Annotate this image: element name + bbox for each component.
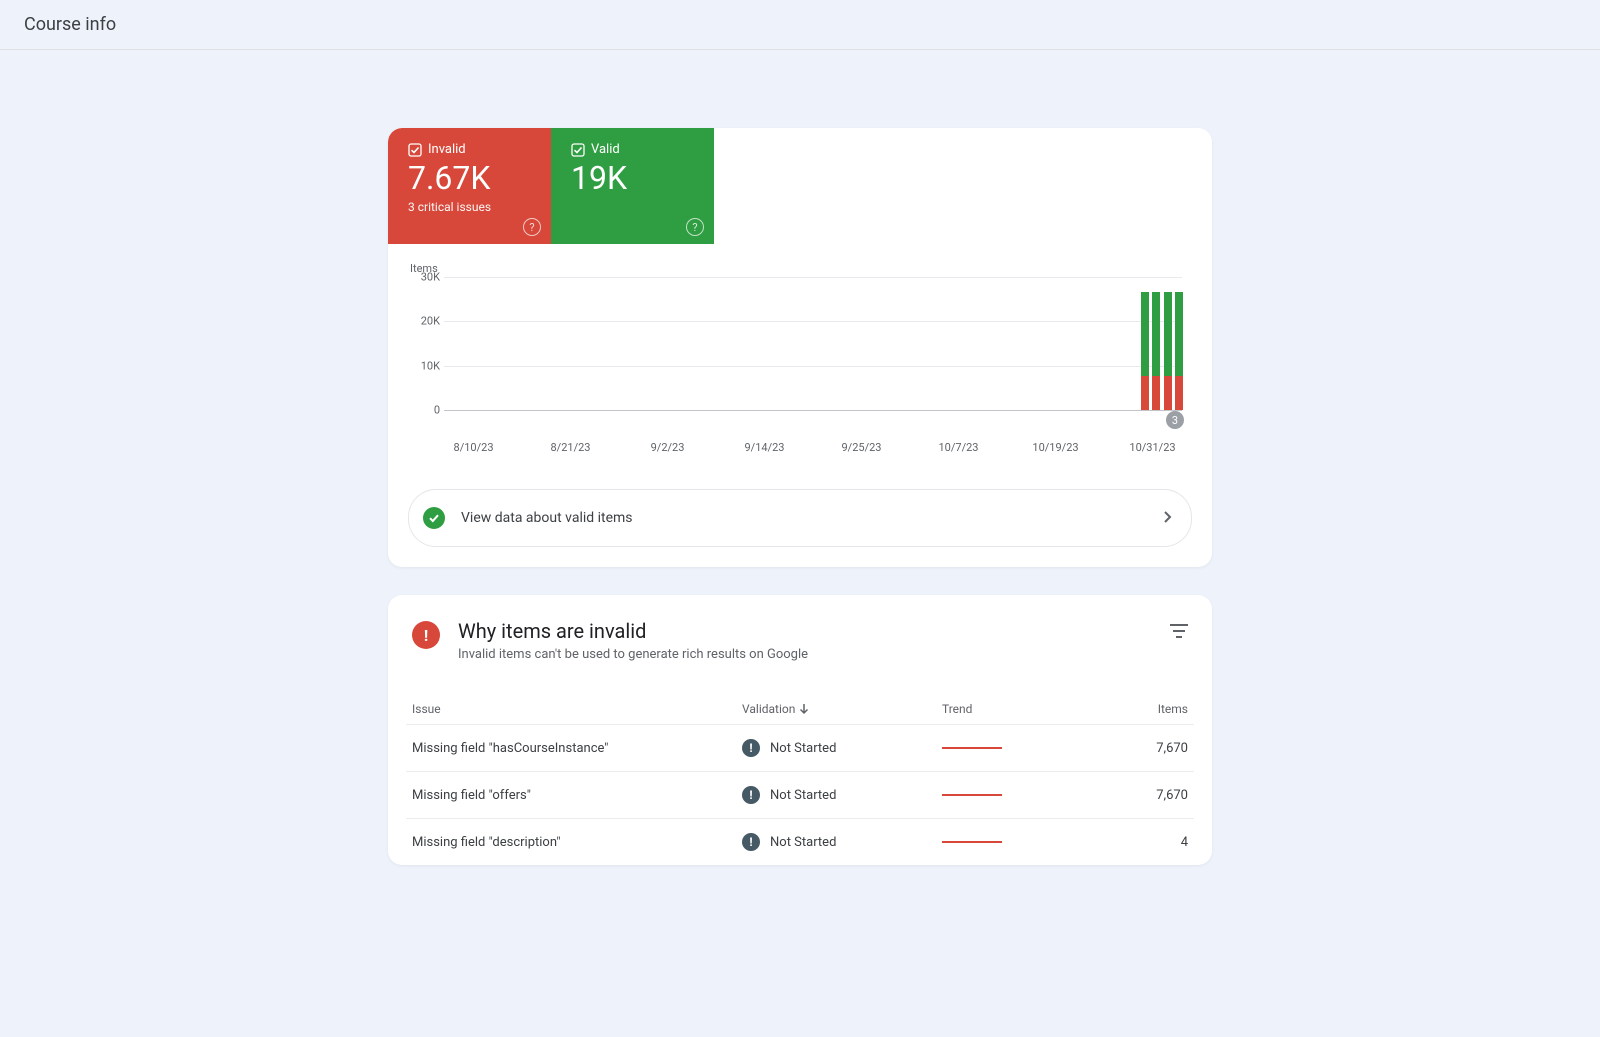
issue-validation-label: Not Started xyxy=(770,788,836,803)
col-validation-label: Validation xyxy=(742,702,795,716)
chart-bar[interactable] xyxy=(1175,292,1183,410)
col-validation[interactable]: Validation xyxy=(742,702,942,716)
issue-name: Missing field "description" xyxy=(412,835,742,850)
chart-x-tick: 9/14/23 xyxy=(745,441,785,454)
checkbox-checked-icon xyxy=(408,143,422,157)
summary-tabs: Invalid 7.67K 3 critical issues ? Valid … xyxy=(388,128,1212,244)
chart-bar-invalid xyxy=(1141,376,1149,410)
chevron-right-icon xyxy=(1163,509,1173,528)
tab-valid-count: 19K xyxy=(571,161,698,196)
chart-bars xyxy=(444,277,1182,410)
valid-items-link-label: View data about valid items xyxy=(461,510,1147,526)
issue-validation: ! Not Started xyxy=(742,739,942,757)
issue-row[interactable]: Missing field "description"! Not Started 4 xyxy=(406,818,1194,865)
chart-bar-valid xyxy=(1141,292,1149,376)
filter-icon[interactable] xyxy=(1170,619,1188,642)
chart-x-tick: 10/19/23 xyxy=(1032,441,1078,454)
chart-y-tick: 10K xyxy=(408,359,440,372)
chart-container: Items 010K20K30K3 8/10/238/21/239/2/239/… xyxy=(388,244,1212,469)
chart-x-tick: 10/7/23 xyxy=(938,441,978,454)
issues-table: Issue Validation Trend Items Missing fie… xyxy=(388,672,1212,865)
issues-card: ! Why items are invalid Invalid items ca… xyxy=(388,595,1212,865)
chart-y-tick: 30K xyxy=(408,271,440,284)
tab-invalid-label-row: Invalid xyxy=(408,142,535,157)
chart-x-tick: 8/10/23 xyxy=(454,441,494,454)
chart-x-tick: 9/2/23 xyxy=(651,441,685,454)
chart-annotation-badge[interactable]: 3 xyxy=(1166,411,1184,429)
tab-valid-label-row: Valid xyxy=(571,142,698,157)
info-circle-icon: ! xyxy=(742,833,760,851)
info-circle-icon: ! xyxy=(742,739,760,757)
chart-x-tick: 10/31/23 xyxy=(1129,441,1175,454)
issues-header-text: Why items are invalid Invalid items can'… xyxy=(458,619,808,662)
checkbox-checked-icon xyxy=(571,143,585,157)
tab-valid[interactable]: Valid 19K ? xyxy=(551,128,714,244)
chart-y-tick: 0 xyxy=(408,404,440,417)
trend-sparkline xyxy=(942,794,1002,796)
tab-invalid[interactable]: Invalid 7.67K 3 critical issues ? xyxy=(388,128,551,244)
issues-header: ! Why items are invalid Invalid items ca… xyxy=(388,595,1212,672)
view-valid-items-link[interactable]: View data about valid items xyxy=(408,489,1192,547)
items-chart[interactable]: 010K20K30K3 xyxy=(444,277,1182,437)
chart-x-tick: 9/25/23 xyxy=(841,441,881,454)
issue-trend xyxy=(942,794,1088,796)
col-trend[interactable]: Trend xyxy=(942,702,1088,716)
help-icon[interactable]: ? xyxy=(523,218,541,236)
chart-x-tick: 8/21/23 xyxy=(551,441,591,454)
valid-items-link-wrap: View data about valid items xyxy=(388,469,1212,567)
issue-row[interactable]: Missing field "offers"! Not Started 7,670 xyxy=(406,771,1194,818)
issue-name: Missing field "offers" xyxy=(412,788,742,803)
issue-validation: ! Not Started xyxy=(742,833,942,851)
tab-invalid-sub: 3 critical issues xyxy=(408,200,535,214)
arrow-down-icon xyxy=(799,703,809,715)
chart-bar-invalid xyxy=(1152,376,1160,410)
issue-items-count: 4 xyxy=(1088,835,1188,850)
issues-table-body: Missing field "hasCourseInstance"! Not St… xyxy=(406,724,1194,865)
chart-bar[interactable] xyxy=(1141,292,1149,410)
issues-table-header: Issue Validation Trend Items xyxy=(406,694,1194,724)
col-issue[interactable]: Issue xyxy=(412,702,742,716)
tab-invalid-label: Invalid xyxy=(428,142,466,157)
help-icon[interactable]: ? xyxy=(686,218,704,236)
issue-items-count: 7,670 xyxy=(1088,788,1188,803)
error-icon: ! xyxy=(412,621,440,649)
issues-subtitle: Invalid items can't be used to generate … xyxy=(458,647,808,662)
card-column: Invalid 7.67K 3 critical issues ? Valid … xyxy=(388,128,1212,865)
issue-items-count: 7,670 xyxy=(1088,741,1188,756)
trend-sparkline xyxy=(942,841,1002,843)
page-header: Course info xyxy=(0,0,1600,50)
check-circle-icon xyxy=(423,507,445,529)
chart-bar-invalid xyxy=(1164,376,1172,410)
col-items[interactable]: Items xyxy=(1088,702,1188,716)
issue-validation: ! Not Started xyxy=(742,786,942,804)
issue-trend xyxy=(942,747,1088,749)
issue-row[interactable]: Missing field "hasCourseInstance"! Not St… xyxy=(406,724,1194,771)
issue-validation-label: Not Started xyxy=(770,835,836,850)
summary-card: Invalid 7.67K 3 critical issues ? Valid … xyxy=(388,128,1212,567)
trend-sparkline xyxy=(942,747,1002,749)
page-title: Course info xyxy=(24,14,1576,35)
content-area: Invalid 7.67K 3 critical issues ? Valid … xyxy=(0,50,1600,865)
issue-validation-label: Not Started xyxy=(770,741,836,756)
chart-bar-invalid xyxy=(1175,376,1183,410)
issue-name: Missing field "hasCourseInstance" xyxy=(412,741,742,756)
info-circle-icon: ! xyxy=(742,786,760,804)
issue-trend xyxy=(942,841,1088,843)
chart-y-axis-label: Items xyxy=(410,262,1192,275)
chart-x-axis: 8/10/23 8/21/23 9/2/23 9/14/23 9/25/23 10/7/2… xyxy=(444,441,1182,459)
issues-title: Why items are invalid xyxy=(458,619,808,643)
chart-y-tick: 20K xyxy=(408,315,440,328)
tab-valid-label: Valid xyxy=(591,142,620,157)
chart-bar-valid xyxy=(1175,292,1183,376)
chart-bar-valid xyxy=(1164,292,1172,376)
chart-bar-valid xyxy=(1152,292,1160,376)
chart-gridline xyxy=(444,410,1182,411)
tab-invalid-count: 7.67K xyxy=(408,161,535,196)
chart-bar[interactable] xyxy=(1152,292,1160,410)
chart-bar[interactable] xyxy=(1164,292,1172,410)
